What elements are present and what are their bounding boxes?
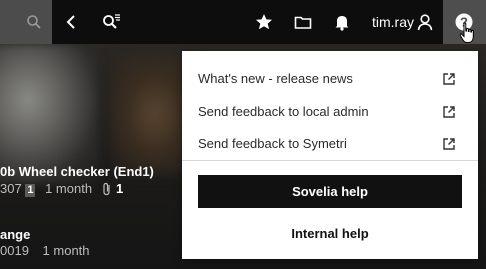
search-field[interactable] — [0, 0, 52, 44]
menu-item-label: Send feedback to local admin — [198, 104, 369, 119]
menu-item-label: Send feedback to Symetri — [198, 136, 347, 151]
item-code: 0019 — [0, 243, 29, 258]
bell-icon[interactable] — [332, 12, 352, 32]
menu-item-whats-new[interactable]: What's new - release news — [182, 63, 478, 95]
menu-item-feedback-local-admin[interactable]: Send feedback to local admin — [182, 96, 478, 128]
star-icon[interactable] — [254, 12, 274, 32]
item-meta: 307 1 1 month — [0, 181, 92, 197]
attachment-count: 1 — [116, 181, 124, 196]
item-title[interactable]: 0b Wheel checker (End1) — [0, 164, 154, 179]
version-badge: 1 — [25, 184, 36, 197]
hand-cursor-icon — [459, 22, 477, 49]
username-label[interactable]: tim.ray — [372, 14, 414, 30]
item-age: 1 month — [45, 181, 93, 196]
search-icon[interactable] — [26, 14, 42, 35]
user-icon[interactable] — [415, 12, 435, 32]
internal-help-button[interactable]: Internal help — [198, 217, 462, 250]
external-link-icon — [442, 137, 456, 156]
item-age: 1 month — [42, 243, 90, 258]
external-link-icon — [442, 72, 456, 91]
item-meta: 0019 1 month — [0, 243, 90, 258]
menu-item-label: What's new - release news — [198, 71, 353, 86]
folder-icon[interactable] — [293, 12, 313, 32]
item-title[interactable]: ange — [0, 227, 30, 242]
item-thumbnail[interactable] — [0, 44, 100, 184]
paperclip-icon — [101, 182, 113, 201]
external-link-icon — [442, 105, 456, 124]
advanced-search-icon[interactable] — [101, 12, 121, 32]
item-code: 307 — [0, 181, 22, 196]
chevron-left-icon[interactable] — [62, 12, 82, 32]
menu-divider — [182, 160, 478, 161]
help-menu: What's new - release news Send feedback … — [182, 51, 478, 259]
sovelia-help-button[interactable]: Sovelia help — [198, 175, 462, 208]
top-bar: tim.ray ? — [0, 0, 486, 44]
menu-item-feedback-symetri[interactable]: Send feedback to Symetri — [182, 128, 478, 160]
